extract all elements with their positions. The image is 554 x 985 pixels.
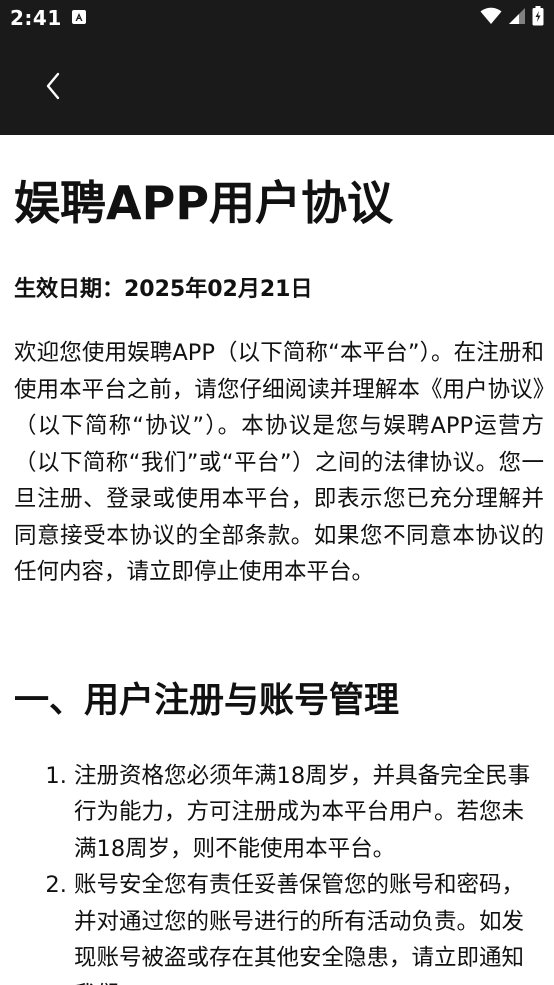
section-title: 一、用户注册与账号管理: [14, 680, 400, 721]
battery-charging-icon: [532, 6, 544, 30]
notification-icon: [72, 10, 86, 24]
screen: 2:41 娱聘APP用户协议 生效日期：2025年02月21日 欢迎您使用娱聘A…: [0, 0, 554, 985]
clause-list: 注册资格您必须年满18周岁，并具备完全民事行为能力，方可注册成为本平台用户。若您…: [14, 758, 544, 985]
status-time: 2:41: [10, 6, 62, 30]
page-title: 娱聘APP用户协议: [14, 176, 394, 230]
wifi-icon: [480, 7, 502, 29]
list-item: 注册资格您必须年满18周岁，并具备完全民事行为能力，方可注册成为本平台用户。若您…: [74, 758, 544, 868]
agreement-content: 娱聘APP用户协议 生效日期：2025年02月21日 欢迎您使用娱聘APP（以下…: [14, 135, 544, 985]
chevron-left-icon: [44, 71, 64, 105]
status-bar: 2:41: [0, 0, 554, 36]
back-button[interactable]: [32, 66, 76, 110]
app-bar: [0, 36, 554, 135]
effective-date: 生效日期：2025年02月21日: [14, 277, 313, 302]
status-icons: [480, 6, 544, 30]
list-item: 账号安全您有责任妥善保管您的账号和密码，并对通过您的账号进行的所有活动负责。如发…: [74, 867, 544, 985]
signal-icon: [508, 7, 526, 29]
intro-paragraph: 欢迎您使用娱聘APP（以下简称“本平台”）。在注册和使用本平台之前，请您仔细阅读…: [14, 340, 544, 585]
